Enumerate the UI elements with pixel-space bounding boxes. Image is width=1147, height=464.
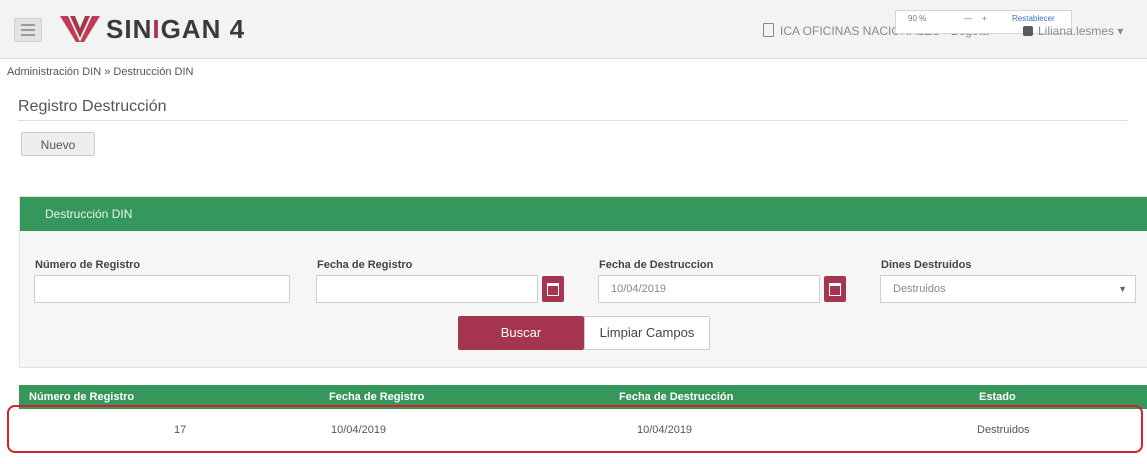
column-header-fecha-registro[interactable]: Fecha de Registro <box>329 391 424 403</box>
column-header-fecha-destruccion[interactable]: Fecha de Destrucción <box>619 391 733 403</box>
title-divider <box>18 120 1128 121</box>
fecha-destruccion-calendar-button[interactable] <box>824 276 846 302</box>
cell-fecha-registro: 10/04/2019 <box>331 424 387 436</box>
dines-destruidos-label: Dines Destruidos <box>881 259 972 271</box>
dines-destruidos-value: Destruidos <box>893 283 946 295</box>
fecha-registro-label: Fecha de Registro <box>317 259 413 271</box>
results-table-header: Número de Registro Fecha de Registro Fec… <box>19 385 1147 409</box>
zoom-in-button[interactable]: + <box>982 14 987 23</box>
app-logo-text: SINIGAN 4 <box>106 14 246 44</box>
table-row[interactable]: 17 10/04/2019 10/04/2019 Destruidos <box>19 409 1147 451</box>
cell-estado: Destruidos <box>977 424 1030 436</box>
user-icon <box>1023 26 1033 36</box>
calendar-icon <box>547 283 559 296</box>
column-header-estado[interactable]: Estado <box>979 391 1016 403</box>
dropdown-arrow-icon: ▼ <box>1118 284 1127 294</box>
zoom-percent: 90 % <box>908 14 927 23</box>
page-title: Registro Destrucción <box>18 98 167 115</box>
fecha-registro-calendar-button[interactable] <box>542 276 564 302</box>
cell-fecha-destruccion: 10/04/2019 <box>637 424 693 436</box>
zoom-reset-button[interactable]: Restablecer <box>1012 14 1055 23</box>
dines-destruidos-select[interactable]: Destruidos ▼ <box>880 275 1136 303</box>
numero-registro-label: Número de Registro <box>35 259 141 271</box>
fecha-registro-input[interactable] <box>316 275 538 303</box>
fecha-destruccion-input[interactable]: 10/04/2019 <box>598 275 820 303</box>
sinigan-logo-icon <box>60 16 100 42</box>
panel-header: Destrucción DIN <box>20 197 1147 231</box>
breadcrumb: Administración DIN » Destrucción DIN <box>7 66 194 78</box>
user-name: Liliana.lesmes <box>1038 24 1115 38</box>
limpiar-campos-button[interactable]: Limpiar Campos <box>584 316 710 350</box>
nuevo-button[interactable]: Nuevo <box>21 132 95 156</box>
top-navbar: SINIGAN 4 ICA OFICINAS NACIONALES - Bogo… <box>0 0 1147 59</box>
user-menu[interactable]: Liliana.lesmes ▾ <box>1023 24 1123 38</box>
cell-numero-registro: 17 <box>174 424 187 436</box>
hamburger-menu-icon[interactable] <box>14 18 42 42</box>
column-header-numero-registro[interactable]: Número de Registro <box>29 391 134 403</box>
buscar-button[interactable]: Buscar <box>458 316 584 350</box>
numero-registro-input[interactable] <box>34 275 290 303</box>
calendar-icon <box>829 283 841 296</box>
office-icon <box>763 23 774 37</box>
fecha-destruccion-label: Fecha de Destruccion <box>599 259 714 271</box>
panel-title: Destrucción DIN <box>45 207 133 221</box>
zoom-out-button[interactable]: — <box>964 14 972 23</box>
